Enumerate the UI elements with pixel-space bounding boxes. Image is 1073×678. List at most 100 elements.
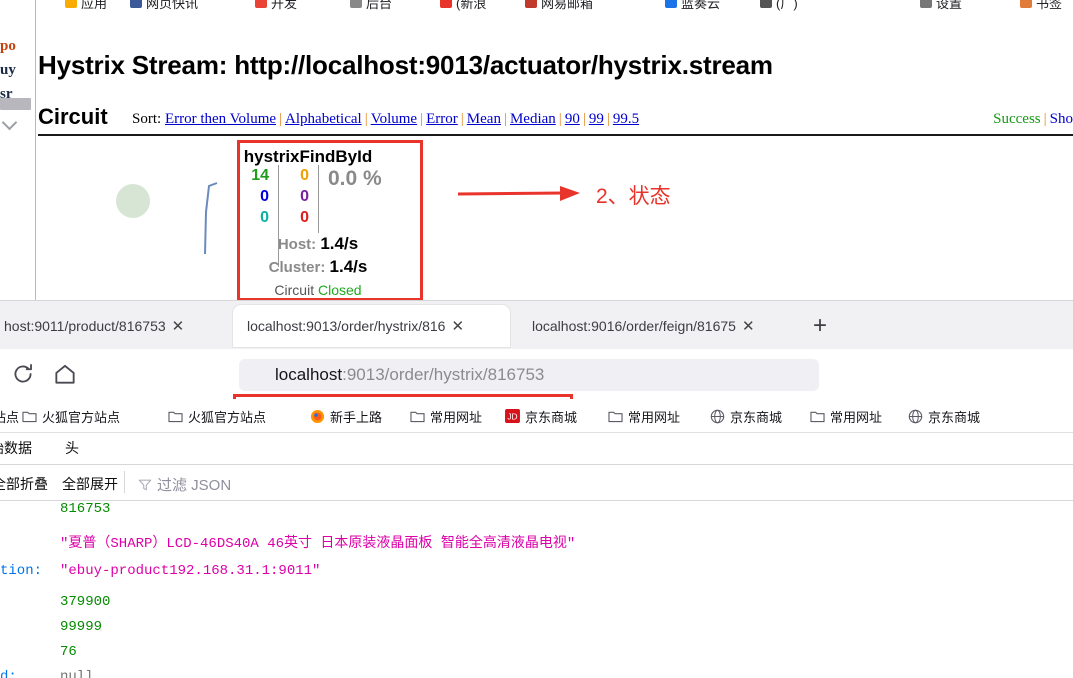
new-tab-button[interactable]: + [806,313,834,341]
sort-link-median[interactable]: Median [510,111,556,127]
globe-icon [908,409,923,423]
json-viewer-toolbar: 全部折叠 全部展开 过滤 JSON [0,465,1073,501]
navigation-toolbar: localhost:9013/order/hystrix/816753 1、访问… [0,349,1073,451]
background-bookmark-item[interactable]: 蓝奏云 [681,0,720,12]
bookmark-item[interactable]: 火狐官方站点 [168,406,266,426]
bookmark-favicon-0 [65,0,77,8]
json-filter-input[interactable]: 过滤 JSON [138,474,231,495]
bookmark-label: 新手上路 [330,409,383,425]
bg-text-fragment-2: uy [0,62,16,78]
browser-tab[interactable]: host:9011/product/816753 ✕ [0,305,222,347]
json-value: 816753 [60,501,111,517]
circuit-status-label: Circuit [274,282,315,298]
browser-tab[interactable]: localhost:9016/order/feign/81675 ✕ [518,305,786,347]
close-icon[interactable]: ✕ [451,317,464,335]
bookmark-favicon-7 [760,0,772,8]
json-row: tion: "ebuy-product192.168.31.1:9011" [0,563,1073,588]
bookmark-item[interactable]: 站点 [0,406,19,426]
sort-link-volume[interactable]: Volume [371,111,417,127]
devtools-tab[interactable]: 头 [65,438,79,458]
sort-separator: | [582,111,586,127]
bookmark-item[interactable]: JD 京东商城 [505,406,577,426]
sort-link-error[interactable]: Error [426,111,458,127]
bookmark-favicon-9 [1020,0,1032,8]
devtools-tab[interactable]: 始数据 [0,438,32,458]
error-percentage: 0.0 % [328,167,382,190]
bookmark-item[interactable]: 常用网址 [810,406,882,426]
address-bar-text: localhost:9013/order/hystrix/816753 [275,365,544,385]
close-icon[interactable]: ✕ [172,317,185,335]
reload-icon[interactable] [10,361,36,387]
counter-timeout: 0 [300,167,309,184]
background-bookmark-item[interactable]: 应用 [81,0,107,12]
sort-link-90[interactable]: 90 [565,111,580,127]
json-value: 99999 [60,619,103,635]
json-row: 76 [0,644,1073,669]
bookmark-label: 常用网址 [830,409,883,425]
bookmark-item[interactable]: 新手上路 [310,406,382,426]
tab-title: localhost:9016/order/feign/81675 [532,318,736,334]
sort-label: Sort: [132,111,165,127]
browser-window: host:9011/product/816753 ✕ localhost:9013/… [0,300,1073,678]
json-value: 76 [60,644,77,660]
bookmark-item[interactable]: 火狐官方站点 [22,406,120,426]
bookmark-item[interactable]: 常用网址 [410,406,482,426]
background-bookmark-item[interactable]: (新浪 [456,0,486,12]
sort-separator: | [558,111,562,127]
home-icon[interactable] [52,361,78,387]
status-badge: Closed [317,282,362,298]
sort-link-mean[interactable]: Mean [467,111,501,127]
folder-icon [608,411,623,423]
tab-title: localhost:9013/order/hystrix/816 [247,318,446,334]
bookmark-label: 火狐官方站点 [188,409,267,425]
legend-separator: | [1043,111,1047,127]
folder-icon [810,411,825,423]
background-bookmarks-strip: 应用 网页快讯 开发 后台 (新浪 网易邮箱 蓝奏云 (厂) 设置 书签 [36,0,1073,12]
legend-show[interactable]: Sho [1050,111,1073,127]
counter-success: 14 [251,167,269,184]
json-value: 379900 [60,594,111,610]
host-rate-value: 1.4/s [320,234,359,253]
background-scrollbar-thumb[interactable] [0,98,31,110]
expand-all-button[interactable]: 全部展开 [62,474,118,494]
bookmark-icon [22,409,37,423]
background-bookmark-item[interactable]: 开发 [271,0,297,12]
sort-link-alphabetical[interactable]: Alphabetical [285,111,362,127]
background-bookmark-item[interactable]: 网易邮箱 [541,0,593,12]
close-icon[interactable]: ✕ [742,317,755,335]
legend-links: Success | Sho [993,111,1073,128]
bookmark-item[interactable]: 京东商城 [710,406,782,426]
background-bookmark-item[interactable]: 设置 [936,0,962,12]
counter-divider-right [318,165,319,233]
cluster-rate-value: 1.4/s [329,257,368,276]
globe-icon [710,409,725,423]
collapse-all-button[interactable]: 全部折叠 [0,474,48,494]
sort-link-99-5[interactable]: 99.5 [613,111,639,127]
circuit-volume-circle [116,184,150,218]
circuit-section-label: Circuit [38,104,108,129]
sort-link-99[interactable]: 99 [589,111,604,127]
background-bookmark-item[interactable]: 网页快讯 [146,0,198,12]
chevron-down-icon[interactable] [1,114,18,131]
toolbar-divider [124,471,125,493]
sort-link-error-then-volume[interactable]: Error then Volume [165,111,276,127]
address-bar[interactable]: localhost:9013/order/hystrix/816753 [239,359,819,391]
background-bookmark-item[interactable]: (厂) [776,0,798,12]
json-row: 379900 [0,594,1073,619]
bookmark-item[interactable]: 常用网址 [608,406,680,426]
counter-thread-pool-rejected: 0 [300,188,309,205]
bookmark-icon [168,409,183,423]
bookmark-label: 京东商城 [928,409,981,425]
background-bookmark-item[interactable]: 后台 [366,0,392,12]
bookmark-item[interactable]: 京东商城 [908,406,980,426]
tab-title: host:9011/product/816753 [4,318,166,334]
bookmark-label: 京东商城 [730,409,783,425]
json-row: d: null [0,669,1073,678]
bookmark-label: 京东商城 [525,409,578,425]
bookmark-favicon-5 [525,0,537,8]
json-viewer-rows: 816753 "夏普（SHARP）LCD-46DS40A 46英寸 日本原装液晶面… [0,501,1073,678]
bookmark-favicon-1 [130,0,142,8]
jd-icon: JD [505,409,520,423]
browser-tab-active[interactable]: localhost:9013/order/hystrix/816 ✕ [233,305,510,347]
background-bookmark-item[interactable]: 书签 [1036,0,1062,12]
